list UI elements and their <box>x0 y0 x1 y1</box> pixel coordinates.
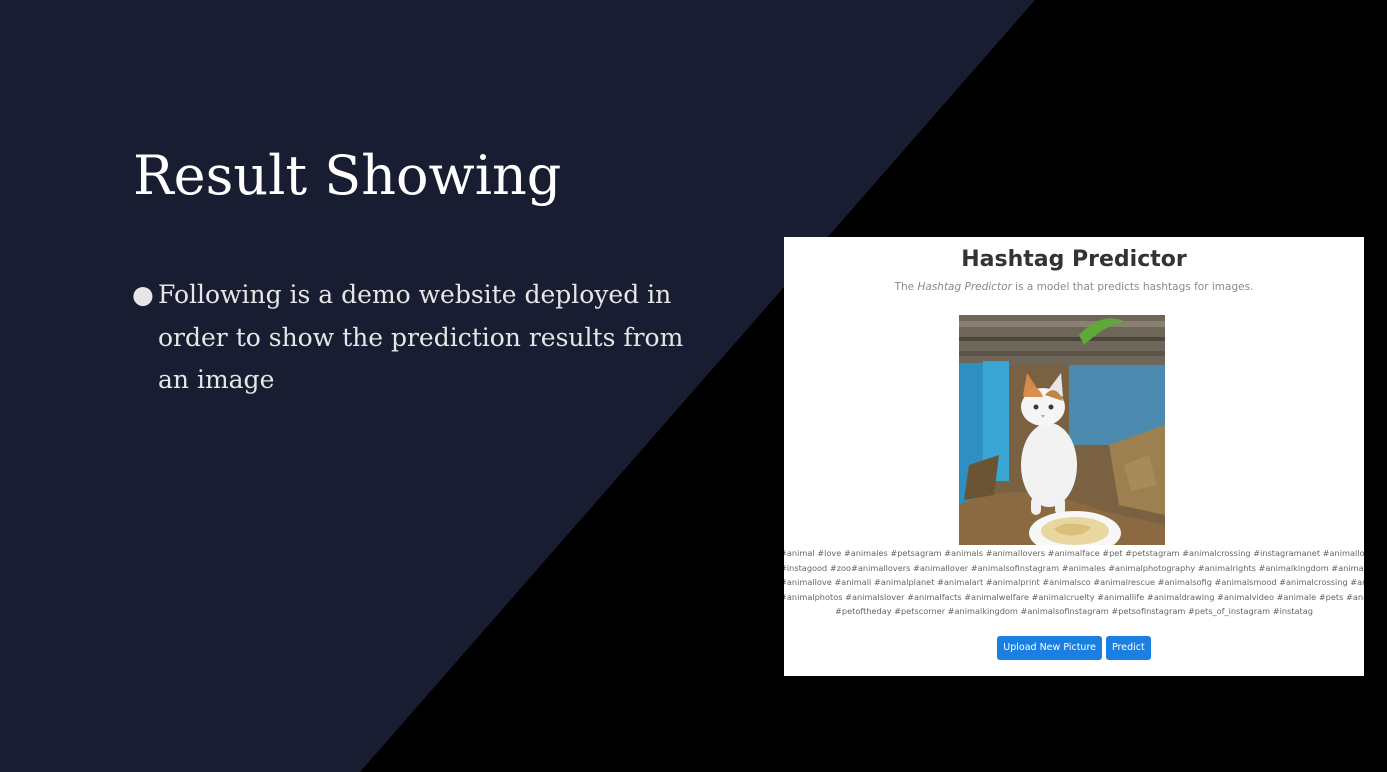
subtitle-prefix: The <box>894 281 918 293</box>
hashtag-line: #animalphotos #animalslover #animalfacts… <box>784 591 1364 602</box>
bullet-marker: ● <box>132 280 154 309</box>
action-buttons: Upload New Picture Predict <box>784 636 1364 660</box>
app-title: Hashtag Predictor <box>961 247 1187 272</box>
uploaded-cat-photo <box>959 315 1165 545</box>
app-subtitle: The Hashtag Predictor is a model that pr… <box>784 281 1364 293</box>
bullet-text: Following is a demo website deployed in … <box>158 280 684 394</box>
bullet-item: ● Following is a demo website deployed i… <box>132 274 692 402</box>
demo-website-screenshot: Hashtag Predictor The Hashtag Predictor … <box>784 237 1364 676</box>
predict-button[interactable]: Predict <box>1105 636 1151 660</box>
hashtag-line: #animal #love #animales #petsagram #anim… <box>784 548 1364 558</box>
subtitle-emphasis: Hashtag Predictor <box>917 281 1012 293</box>
hashtag-line: #petoftheday #petscorner #animalkingdom … <box>835 606 1313 617</box>
upload-new-picture-button[interactable]: Upload New Picture <box>997 636 1102 660</box>
slide-title: Result Showing <box>133 144 562 207</box>
hashtag-line: #instagood #zoo#animallovers #animallove… <box>784 562 1364 573</box>
subtitle-suffix: is a model that predicts hashtags for im… <box>1011 281 1254 293</box>
predicted-hashtags: #animal #love #animales #petsagram #anim… <box>784 546 1364 619</box>
bullet-list: ● Following is a demo website deployed i… <box>132 274 692 402</box>
hashtag-line: #animallove #animali #animalplanet #anim… <box>784 577 1364 588</box>
